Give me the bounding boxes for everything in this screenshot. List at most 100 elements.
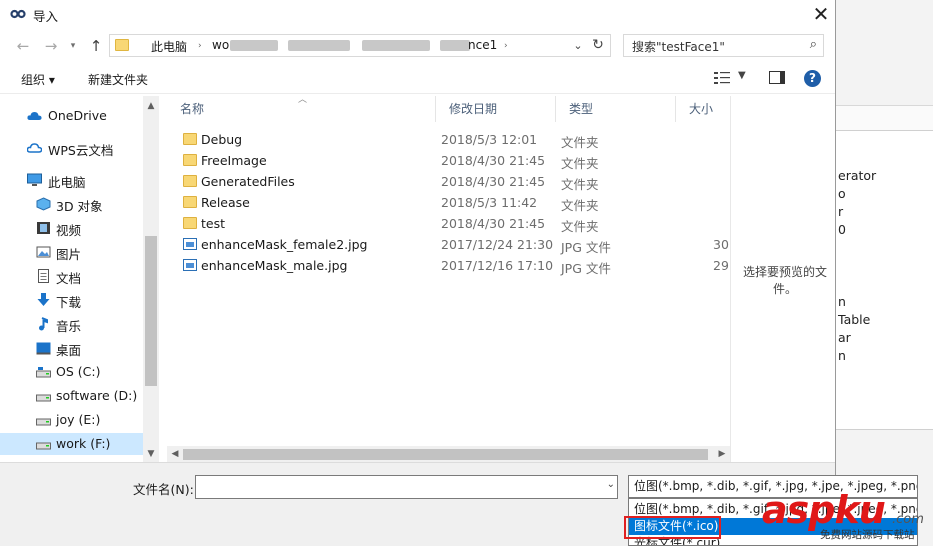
address-history-dropdown[interactable]: ⌄: [570, 36, 586, 55]
background-text: erator: [838, 168, 877, 183]
nav-item-label: 音乐: [56, 319, 82, 334]
preview-pane-icon[interactable]: [769, 71, 785, 84]
computer-icon: [27, 173, 42, 186]
search-icon[interactable]: ⌕: [810, 37, 817, 52]
title-bar[interactable]: 导入 ✕: [0, 0, 835, 30]
breadcrumb-current-folder[interactable]: nce1: [468, 38, 497, 52]
scrollbar-thumb[interactable]: [183, 449, 708, 460]
document-icon: [38, 269, 49, 283]
organize-button[interactable]: 组织 ▾: [21, 71, 55, 88]
nav-item-label: 图片: [56, 247, 82, 262]
breadcrumb-this-pc[interactable]: 此电脑: [151, 38, 187, 55]
file-row[interactable]: enhanceMask_male.jpg 2017/12/16 17:10 JPG …: [177, 255, 730, 276]
search-input[interactable]: 搜索"testFace1": [632, 38, 725, 55]
scroll-left-icon[interactable]: ◀: [167, 446, 183, 462]
download-icon: [37, 293, 50, 306]
nav-item-label: WPS云文档: [48, 143, 114, 158]
file-name: GeneratedFiles: [201, 174, 295, 189]
nav-item-videos[interactable]: 视频: [0, 217, 143, 239]
recent-locations-button[interactable]: ▾: [62, 36, 84, 56]
nav-item-3d-objects[interactable]: 3D 对象: [0, 193, 143, 215]
view-options-icon[interactable]: [714, 71, 730, 85]
file-type: 文件夹: [561, 156, 599, 171]
nav-item-drive-e[interactable]: joy (E:): [0, 409, 143, 431]
nav-item-documents[interactable]: 文档: [0, 265, 143, 287]
drive-icon: [36, 418, 51, 426]
nav-item-music[interactable]: 音乐: [0, 313, 143, 335]
view-dropdown-icon[interactable]: ▼: [738, 70, 746, 81]
file-size: 30: [713, 237, 729, 252]
close-button[interactable]: ✕: [806, 2, 835, 27]
file-date: 2017/12/16 17:10: [441, 258, 554, 273]
scroll-up-icon[interactable]: ▲: [143, 98, 159, 114]
file-date: 2018/4/30 21:45: [441, 153, 546, 168]
column-header-size[interactable]: 大小: [676, 96, 730, 122]
folder-icon: [183, 154, 197, 166]
sort-ascending-icon: ︿: [298, 95, 308, 105]
redacted-path: [230, 40, 278, 51]
cube-icon: [36, 197, 51, 211]
close-icon: ✕: [812, 2, 830, 26]
refresh-button[interactable]: ↻: [589, 36, 607, 55]
nav-item-drive-f[interactable]: work (F:): [0, 433, 143, 455]
column-header-date[interactable]: 修改日期: [436, 96, 556, 122]
nav-item-drive-d[interactable]: software (D:): [0, 385, 143, 407]
scroll-right-icon[interactable]: ▶: [714, 446, 730, 462]
background-text: o: [838, 186, 846, 201]
nav-item-label: joy (E:): [56, 412, 101, 427]
file-date: 2018/4/30 21:45: [441, 174, 546, 189]
file-row[interactable]: Debug 2018/5/3 12:01 文件夹: [177, 129, 730, 150]
file-row[interactable]: FreeImage 2018/4/30 21:45 文件夹: [177, 150, 730, 171]
background-text: 0: [838, 222, 846, 237]
scroll-down-icon[interactable]: ▼: [143, 446, 159, 462]
file-row[interactable]: GeneratedFiles 2018/4/30 21:45 文件夹: [177, 171, 730, 192]
file-name: FreeImage: [201, 153, 267, 168]
nav-item-label: 下载: [56, 295, 82, 310]
filename-input[interactable]: ⌄: [195, 475, 618, 499]
watermark-slogan: 免费网站源码下载站: [820, 529, 915, 541]
back-button[interactable]: ←: [12, 36, 34, 56]
folder-icon: [183, 133, 197, 145]
chevron-down-icon[interactable]: ⌄: [607, 479, 615, 490]
nav-item-label: 3D 对象: [56, 199, 103, 214]
file-name: Debug: [201, 132, 243, 147]
watermark-logo: aspku: [762, 488, 886, 532]
chevron-down-icon: ▾: [70, 41, 76, 51]
folder-icon: [183, 196, 197, 208]
arrow-up-icon: ↑: [89, 37, 103, 55]
forward-button[interactable]: →: [40, 36, 62, 56]
cloud-icon: [27, 112, 42, 120]
search-box[interactable]: 搜索"testFace1" ⌕: [623, 34, 824, 57]
nav-item-desktop[interactable]: 桌面: [0, 337, 143, 359]
nav-item-downloads[interactable]: 下载: [0, 289, 143, 311]
file-date: 2017/12/24 21:30: [441, 237, 554, 252]
command-bar: 组织 ▾ 新建文件夹: [0, 62, 835, 94]
nav-item-onedrive[interactable]: OneDrive: [0, 105, 143, 127]
up-button[interactable]: ↑: [85, 36, 107, 56]
column-header-type[interactable]: 类型: [556, 96, 676, 122]
arrow-right-icon: →: [44, 37, 58, 55]
file-row[interactable]: test 2018/4/30 21:45 文件夹: [177, 213, 730, 234]
address-bar[interactable]: 此电脑 › wo nce1 › ⌄ ↻: [109, 34, 611, 57]
refresh-icon: ↻: [592, 37, 604, 53]
file-row[interactable]: Release 2018/5/3 11:42 文件夹: [177, 192, 730, 213]
nav-item-this-pc[interactable]: 此电脑: [0, 169, 143, 191]
nav-item-wps-cloud[interactable]: WPS云文档: [0, 137, 143, 159]
file-type: 文件夹: [561, 198, 599, 213]
infinity-app-icon: [10, 9, 26, 19]
help-icon[interactable]: ?: [804, 70, 821, 87]
redacted-path: [288, 40, 350, 51]
nav-item-drive-c[interactable]: OS (C:): [0, 361, 143, 383]
nav-item-pictures[interactable]: 图片: [0, 241, 143, 263]
nav-item-label: work (F:): [56, 436, 111, 451]
horizontal-scrollbar[interactable]: ◀ ▶: [167, 446, 730, 463]
folder-icon: [115, 39, 129, 51]
music-icon: [39, 317, 48, 331]
new-folder-button[interactable]: 新建文件夹: [88, 71, 148, 88]
file-size: 29: [713, 258, 729, 273]
scrollbar-thumb[interactable]: [145, 236, 157, 386]
image-file-icon: [183, 259, 197, 271]
navigation-scrollbar[interactable]: ▲ ▼: [143, 96, 159, 462]
file-row[interactable]: enhanceMask_female2.jpg 2017/12/24 21:30 J…: [177, 234, 730, 255]
breadcrumb-drive[interactable]: wo: [212, 38, 229, 52]
